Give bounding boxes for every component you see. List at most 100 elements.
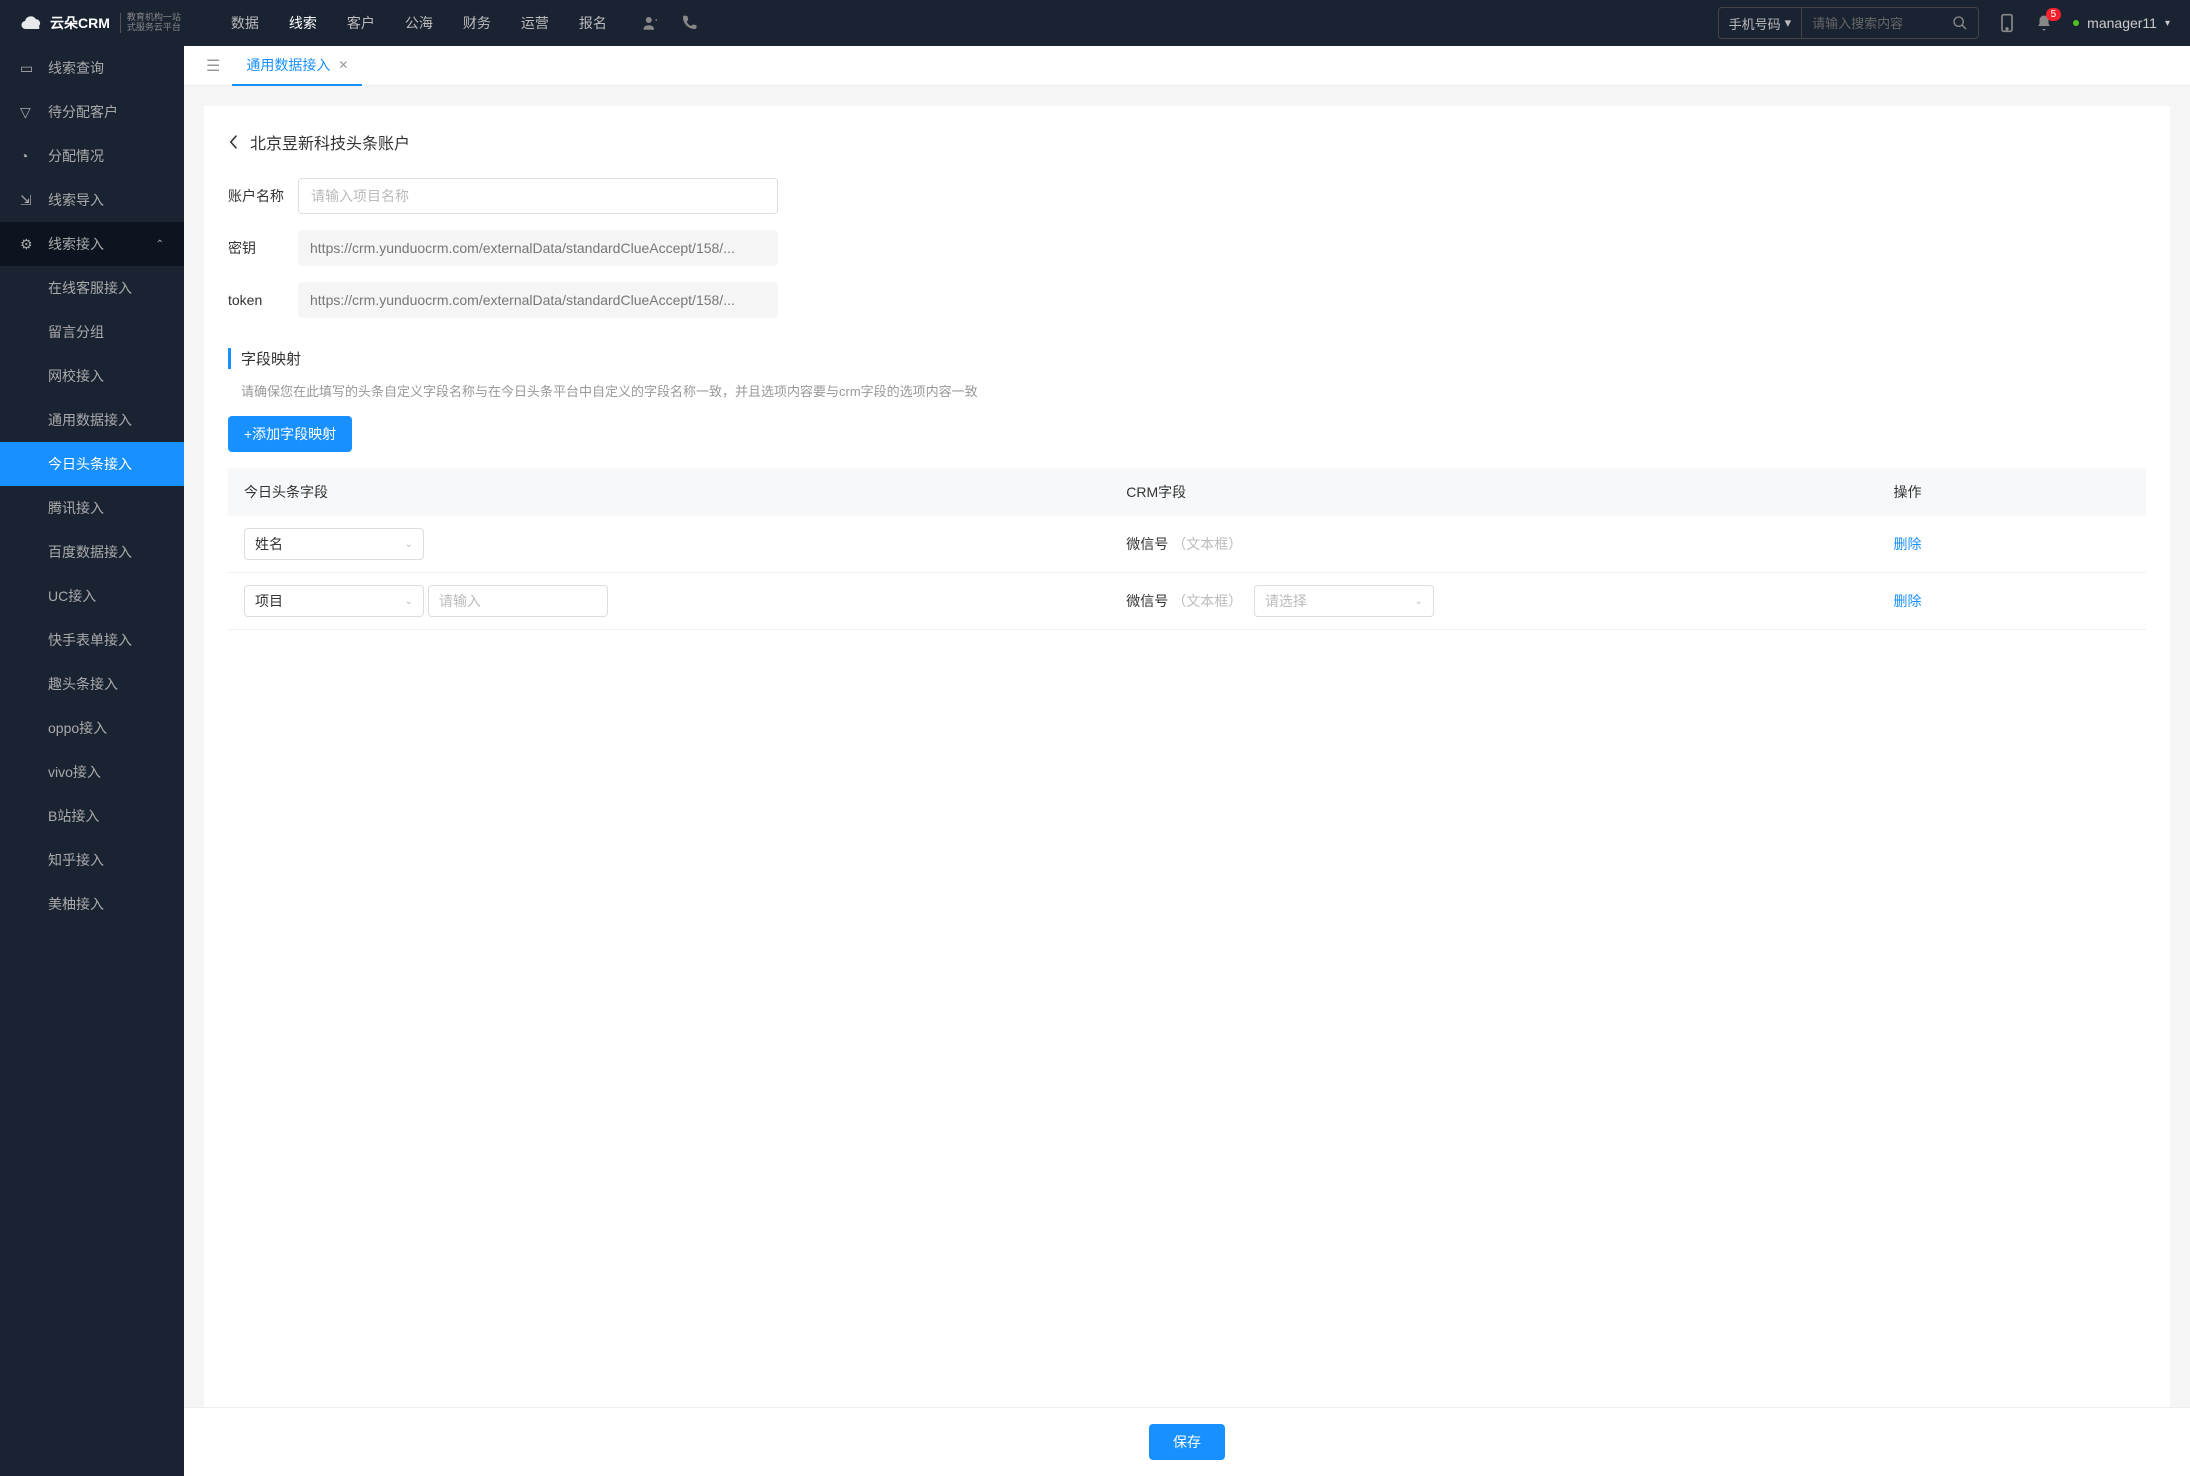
nav-item[interactable]: 运营 [521, 13, 549, 33]
sidebar-item-label: 线索接入 [48, 234, 104, 254]
page-title: 北京昱新科技头条账户 [250, 130, 410, 154]
tab-active[interactable]: 通用数据接入 ✕ [232, 46, 362, 86]
crm-field-hint: （文本框） [1172, 536, 1242, 552]
search-input[interactable] [1802, 16, 1942, 31]
sidebar-item[interactable]: ▽ 待分配客户 [0, 90, 184, 134]
token-label: token [228, 292, 298, 308]
search-type-label: 手机号码 [1729, 14, 1781, 33]
sidebar-item-label: 待分配客户 [48, 102, 118, 122]
user-menu[interactable]: manager11 ▾ [2073, 15, 2170, 31]
footer-bar: 保存 [184, 1407, 2190, 1476]
search-group: 手机号码 ▾ [1718, 7, 1980, 39]
chevron-down-icon: ▾ [2165, 18, 2170, 29]
sidebar-sub-item[interactable]: 在线客服接入 [0, 266, 184, 310]
sidebar-icon: ▽ [20, 104, 36, 120]
search-button[interactable] [1942, 15, 1978, 31]
chevron-down-icon: ▾ [1785, 15, 1792, 31]
tab-bar: ☰ 通用数据接入 ✕ [184, 46, 2190, 86]
secret-input[interactable] [298, 230, 778, 266]
cloud-logo-icon [20, 11, 44, 35]
delete-link[interactable]: 删除 [1893, 593, 1921, 609]
logo-title: 云朵CRM [50, 16, 110, 30]
sidebar-item[interactable]: ⇲ 线索导入 [0, 178, 184, 222]
sidebar-item-label: 分配情况 [48, 146, 104, 166]
sidebar-sub-item[interactable]: vivo接入 [0, 750, 184, 794]
nav-item[interactable]: 财务 [463, 13, 491, 33]
sidebar-sub-item[interactable]: B站接入 [0, 794, 184, 838]
phone-icon[interactable] [680, 14, 698, 32]
sidebar-icon: ◔ [20, 148, 36, 164]
column-crm-field: CRM字段 [1110, 468, 1877, 516]
nav-item[interactable]: 数据 [231, 13, 259, 33]
crm-field-hint: （文本框） [1172, 593, 1242, 609]
nav-item[interactable]: 线索 [289, 13, 317, 33]
toutiao-field-select[interactable]: 项目⌄ [244, 585, 424, 617]
sidebar-sub-item[interactable]: 今日头条接入 [0, 442, 184, 486]
chevron-icon: ⌃ [156, 239, 164, 250]
mobile-icon[interactable] [1999, 13, 2015, 33]
sidebar-item[interactable]: ⚙ 线索接入 ⌃ [0, 222, 184, 266]
sidebar-sub-item[interactable]: 趣头条接入 [0, 662, 184, 706]
field-mapping-hint: 请确保您在此填写的头条自定义字段名称与在今日头条平台中自定义的字段名称一致，并且… [228, 381, 2146, 400]
main-area: ☰ 通用数据接入 ✕ 北京昱新科技头条账户 账户名称 密钥 [184, 46, 2190, 1476]
tab-label: 通用数据接入 [246, 55, 330, 75]
chevron-down-icon: ⌄ [1415, 596, 1423, 607]
field-mapping-title: 字段映射 [228, 348, 2146, 369]
sidebar-sub-item[interactable]: 快手表单接入 [0, 618, 184, 662]
back-button[interactable] [228, 134, 240, 150]
app-header: 云朵CRM 教育机构一站 式服务云平台 数据 线索 客户 公海 财务 运营 报名 手机号码 … [0, 0, 2190, 46]
close-icon[interactable]: ✕ [338, 58, 348, 72]
sidebar-sub-item[interactable]: 知乎接入 [0, 838, 184, 882]
sidebar-sub-item[interactable]: 腾讯接入 [0, 486, 184, 530]
sidebar-icon: ▭ [20, 60, 36, 76]
crm-field-label: 微信号 [1126, 593, 1168, 609]
sidebar-item-label: 线索查询 [48, 58, 104, 78]
chevron-left-icon [228, 134, 240, 150]
add-field-mapping-button[interactable]: +添加字段映射 [228, 416, 352, 452]
tab-menu-icon[interactable]: ☰ [194, 56, 232, 76]
sidebar-sub-item[interactable]: UC接入 [0, 574, 184, 618]
chevron-down-icon: ⌄ [405, 596, 413, 607]
top-nav: 数据 线索 客户 公海 财务 运营 报名 [231, 13, 607, 33]
notification-bell[interactable]: 5 [2035, 14, 2053, 32]
chevron-down-icon: ⌄ [405, 539, 413, 550]
logo: 云朵CRM 教育机构一站 式服务云平台 [20, 11, 181, 35]
field-extra-input[interactable] [428, 585, 608, 617]
sidebar: ▭ 线索查询 ▽ 待分配客户 ◔ 分配情况 ⇲ 线索导入 ⚙ 线索接入 ⌃ 在线客服接入留言分组网校接… [0, 46, 184, 1476]
sidebar-icon: ⇲ [20, 192, 36, 208]
column-toutiao-field: 今日头条字段 [228, 468, 1110, 516]
nav-item[interactable]: 客户 [347, 13, 375, 33]
token-input[interactable] [298, 282, 778, 318]
sidebar-icon: ⚙ [20, 236, 36, 252]
sidebar-sub-item[interactable]: 美柚接入 [0, 882, 184, 926]
user-add-icon[interactable] [642, 14, 660, 32]
sidebar-item[interactable]: ◔ 分配情况 [0, 134, 184, 178]
secret-label: 密钥 [228, 238, 298, 258]
status-dot-icon [2073, 20, 2079, 26]
account-name-label: 账户名称 [228, 186, 298, 206]
notification-badge: 5 [2046, 8, 2062, 21]
delete-link[interactable]: 删除 [1893, 536, 1921, 552]
account-name-input[interactable] [298, 178, 778, 214]
sidebar-sub-item[interactable]: 百度数据接入 [0, 530, 184, 574]
search-type-select[interactable]: 手机号码 ▾ [1719, 8, 1803, 38]
field-mapping-table: 今日头条字段 CRM字段 操作 姓名⌄微信号（文本框）删除项目⌄ 微信号（文本框… [228, 468, 2146, 630]
logo-subtitle-2: 式服务云平台 [127, 23, 181, 33]
sidebar-item[interactable]: ▭ 线索查询 [0, 46, 184, 90]
crm-option-select[interactable]: 请选择⌄ [1254, 585, 1434, 617]
username-label: manager11 [2087, 15, 2157, 31]
nav-item[interactable]: 报名 [579, 13, 607, 33]
column-actions: 操作 [1877, 468, 2146, 516]
sidebar-item-label: 线索导入 [48, 190, 104, 210]
table-row: 姓名⌄ 微信号（文本框） 删除 [228, 516, 2146, 573]
search-icon [1952, 15, 1968, 31]
sidebar-sub-item[interactable]: oppo接入 [0, 706, 184, 750]
crm-field-label: 微信号 [1126, 536, 1168, 552]
save-button[interactable]: 保存 [1149, 1424, 1225, 1460]
toutiao-field-select[interactable]: 姓名⌄ [244, 528, 424, 560]
sidebar-sub-item[interactable]: 留言分组 [0, 310, 184, 354]
table-row: 项目⌄ 微信号（文本框） 请选择⌄ 删除 [228, 573, 2146, 630]
sidebar-sub-item[interactable]: 通用数据接入 [0, 398, 184, 442]
nav-item[interactable]: 公海 [405, 13, 433, 33]
sidebar-sub-item[interactable]: 网校接入 [0, 354, 184, 398]
